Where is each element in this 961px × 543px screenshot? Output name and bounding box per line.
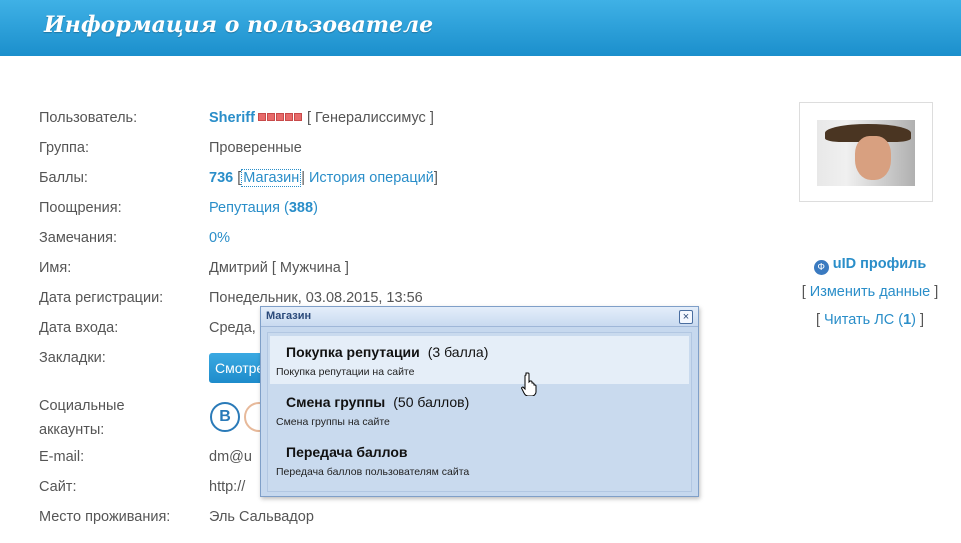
shop-item-reputation[interactable]: Покупка репутации (3 балла) Покупка репут… xyxy=(270,336,689,384)
uid-profile-link[interactable]: Ф uID профиль xyxy=(790,256,950,275)
site-label: Сайт: xyxy=(39,479,77,495)
user-value: Sheriff [ Генералиссимус ] xyxy=(209,108,434,128)
location-value: Эль Сальвадор xyxy=(209,509,314,525)
name-label: Имя: xyxy=(39,260,72,276)
email-label: E-mail: xyxy=(39,449,85,465)
warnings-label: Замечания: xyxy=(39,230,117,246)
points-label: Баллы: xyxy=(39,170,88,186)
points-value: 736 [Магазин | История операций] xyxy=(209,169,438,187)
row-user: Пользователь: Sheriff [ Генералиссимус ] xyxy=(0,108,780,132)
avatar-frame xyxy=(799,102,933,202)
login-value: Среда, xyxy=(209,320,256,336)
shop-item-desc: Смена группы на сайте xyxy=(276,416,390,428)
warnings-value[interactable]: 0% xyxy=(209,228,230,248)
name-value: Дмитрий [ Мужчина ] xyxy=(209,260,349,276)
row-name: Имя: Дмитрий [ Мужчина ] xyxy=(0,258,780,282)
email-value: dm@u xyxy=(209,449,252,465)
shop-item-desc: Покупка репутации на сайте xyxy=(276,366,415,378)
vk-icon[interactable]: B xyxy=(210,402,240,432)
modal-title: Магазин xyxy=(266,310,312,322)
registration-value: Понедельник, 03.08.2015, 13:56 xyxy=(209,290,423,306)
rewards-value: Репутация (388) xyxy=(209,198,318,218)
edit-data-link[interactable]: Изменить данные xyxy=(810,284,930,300)
modal-header: Магазин × xyxy=(261,307,698,327)
page-title: Информация о пользователе xyxy=(44,12,434,38)
avatar xyxy=(817,120,915,186)
reputation-link[interactable]: Репутация (388) xyxy=(209,200,318,216)
shop-item-title: Смена группы (50 баллов) xyxy=(286,394,470,410)
read-pm-row: [ Читать ЛС (1) ] xyxy=(815,312,925,328)
location-label: Место проживания: xyxy=(39,509,171,525)
site-value: http:// xyxy=(209,479,246,495)
bookmarks-label: Закладки: xyxy=(39,350,106,366)
shop-item-group-change[interactable]: Смена группы (50 баллов) Смена группы на … xyxy=(270,386,689,434)
row-group: Группа: Проверенные xyxy=(0,138,780,162)
hand-cursor-icon xyxy=(521,372,537,396)
row-location: Место проживания: Эль Сальвадор xyxy=(0,507,780,531)
row-warnings: Замечания: 0% xyxy=(0,228,780,252)
user-label: Пользователь: xyxy=(39,110,138,126)
read-pm-link[interactable]: Читать ЛС (1) xyxy=(824,312,916,328)
row-rewards: Поощрения: Репутация (388) xyxy=(0,198,780,222)
group-value: Проверенные xyxy=(209,140,302,156)
history-link[interactable]: История операций xyxy=(309,170,434,186)
modal-body: Покупка репутации (3 балла) Покупка репут… xyxy=(267,332,692,492)
uid-icon: Ф xyxy=(813,260,829,275)
edit-data-row: [ Изменить данные ] xyxy=(801,284,939,300)
rewards-label: Поощрения: xyxy=(39,200,122,216)
social-label: Социальные аккаунты: xyxy=(39,398,125,438)
shop-item-transfer[interactable]: Передача баллов Передача баллов пользова… xyxy=(270,436,689,484)
row-points: Баллы: 736 [Магазин | История операций] xyxy=(0,168,780,192)
shop-item-desc: Передача баллов пользователям сайта xyxy=(276,466,470,478)
group-label: Группа: xyxy=(39,140,89,156)
registration-label: Дата регистрации: xyxy=(39,290,164,306)
rank-text: [ Генералиссимус ] xyxy=(306,110,434,126)
shop-link[interactable]: Магазин xyxy=(241,169,302,187)
login-label: Дата входа: xyxy=(39,320,119,336)
username-link[interactable]: Sheriff xyxy=(209,110,255,126)
reputation-count: 388 xyxy=(288,200,314,216)
shop-item-title: Передача баллов xyxy=(286,444,408,460)
page-header: Информация о пользователе xyxy=(0,0,961,56)
rank-stars xyxy=(257,108,303,128)
gender-text: [ Мужчина ] xyxy=(271,260,349,276)
points-link[interactable]: 736 xyxy=(209,170,233,186)
shop-item-title: Покупка репутации (3 балла) xyxy=(286,344,489,360)
shop-modal: Магазин × Покупка репутации (3 балла) Пок… xyxy=(260,306,699,497)
close-icon[interactable]: × xyxy=(679,310,693,324)
